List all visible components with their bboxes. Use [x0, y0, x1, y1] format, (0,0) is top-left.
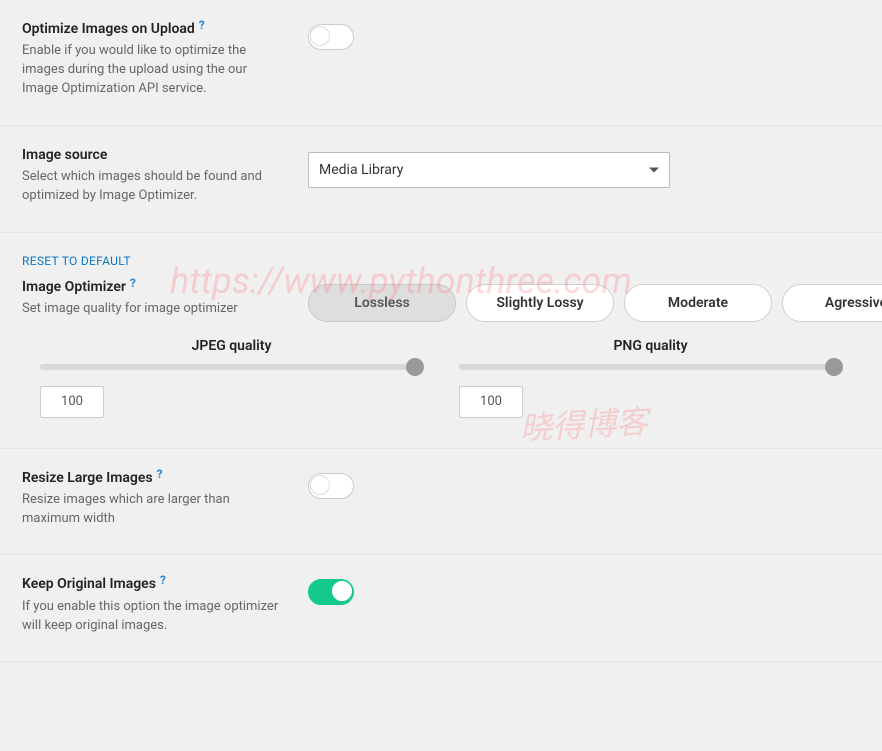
image-optimizer-title: Image Optimizer? — [22, 278, 282, 296]
resize-large-title: Resize Large Images? — [22, 469, 282, 487]
image-source-select[interactable]: Media Library — [308, 152, 670, 188]
keep-original-desc: If you enable this option the image opti… — [22, 598, 282, 636]
png-slider-thumb[interactable] — [825, 358, 843, 376]
pill-moderate[interactable]: Moderate — [624, 284, 772, 322]
help-icon[interactable]: ? — [130, 276, 136, 292]
keep-original-title: Keep Original Images? — [22, 575, 282, 593]
pill-slightly-lossy[interactable]: Slightly Lossy — [466, 284, 614, 322]
jpeg-quality-value[interactable]: 100 — [40, 386, 104, 418]
section-image-source: Image source Select which images should … — [0, 126, 882, 233]
jpeg-slider-thumb[interactable] — [406, 358, 424, 376]
jpeg-quality-slider[interactable] — [40, 364, 423, 370]
pill-agressive[interactable]: Agressive — [782, 284, 882, 322]
optimize-upload-title: Optimize Images on Upload? — [22, 20, 282, 38]
png-quality-value[interactable]: 100 — [459, 386, 523, 418]
png-quality-label: PNG quality — [459, 338, 842, 354]
image-optimizer-desc: Set image quality for image optimizer — [22, 300, 282, 319]
quality-row: JPEG quality 100 PNG quality 100 — [0, 322, 882, 449]
jpeg-quality-label: JPEG quality — [40, 338, 423, 354]
section-resize-large: Resize Large Images? Resize images which… — [0, 449, 882, 556]
png-quality-slider[interactable] — [459, 364, 842, 370]
image-source-title: Image source — [22, 146, 282, 164]
image-source-selected: Media Library — [319, 162, 403, 178]
help-icon[interactable]: ? — [160, 573, 166, 589]
help-icon[interactable]: ? — [199, 18, 205, 34]
optimize-upload-desc: Enable if you would like to optimize the… — [22, 42, 282, 99]
help-icon[interactable]: ? — [157, 467, 163, 483]
section-keep-original: Keep Original Images? If you enable this… — [0, 555, 882, 662]
chevron-down-icon — [649, 167, 659, 172]
image-source-desc: Select which images should be found and … — [22, 168, 282, 206]
resize-large-toggle[interactable] — [308, 473, 354, 499]
optimize-upload-toggle[interactable] — [308, 24, 354, 50]
optimizer-pill-group: Lossless Slightly Lossy Moderate Agressi… — [308, 284, 882, 322]
png-quality-col: PNG quality 100 — [441, 338, 860, 418]
resize-large-desc: Resize images which are larger than maxi… — [22, 491, 282, 529]
section-optimize-upload: Optimize Images on Upload? Enable if you… — [0, 0, 882, 126]
section-image-optimizer: RESET TO DEFAULT Image Optimizer? Set im… — [0, 233, 882, 322]
jpeg-quality-col: JPEG quality 100 — [22, 338, 441, 418]
settings-panel: https://www.pythonthree.com 晓得博客 Optimiz… — [0, 0, 882, 751]
pill-lossless[interactable]: Lossless — [308, 284, 456, 322]
reset-to-default-link[interactable]: RESET TO DEFAULT — [22, 254, 131, 268]
keep-original-toggle[interactable] — [308, 579, 354, 605]
